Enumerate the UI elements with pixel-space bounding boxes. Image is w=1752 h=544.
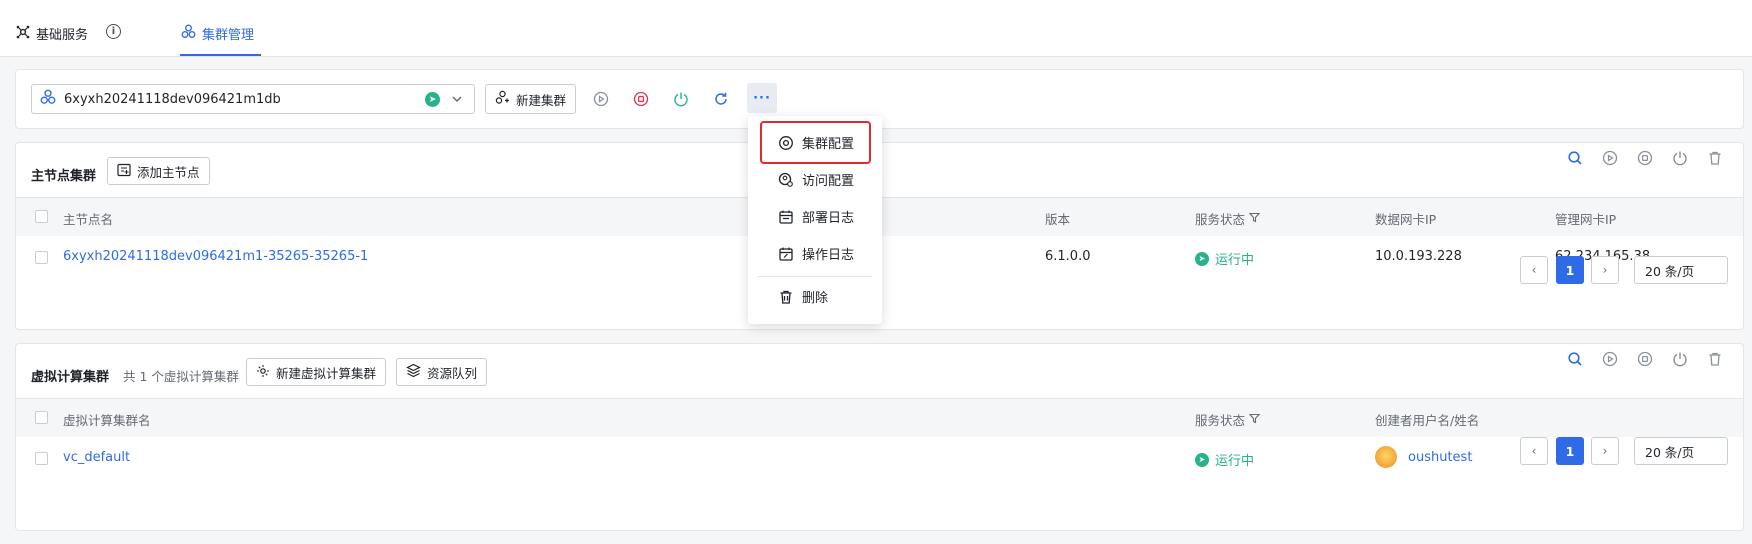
new-cluster-button[interactable]: 新建集群 bbox=[485, 84, 577, 114]
active-tab-indicator bbox=[180, 54, 261, 56]
col-master-name: 主节点名 bbox=[63, 212, 114, 227]
tab-basic-service[interactable]: 基础服务 bbox=[16, 24, 88, 43]
master-section-title: 主节点集群 bbox=[31, 169, 97, 184]
status-badge: ➤ 运行中 bbox=[1195, 249, 1254, 268]
highlight-box bbox=[760, 121, 871, 164]
resource-queue-button[interactable]: 资源队列 bbox=[396, 358, 488, 386]
new-cluster-label: 新建集群 bbox=[516, 92, 567, 108]
status-badge: ➤ 运行中 bbox=[1195, 450, 1254, 469]
chevron-down-icon bbox=[450, 92, 464, 106]
service-icon bbox=[16, 25, 30, 43]
data-ip-value: 10.0.193.228 bbox=[1375, 249, 1462, 264]
menu-item-access-config[interactable]: 访问配置 bbox=[778, 170, 854, 189]
power-icon[interactable] bbox=[1670, 148, 1690, 168]
version-value: 6.1.0.0 bbox=[1045, 249, 1091, 264]
running-status-icon: ➤ bbox=[1195, 452, 1209, 467]
running-status-icon: ➤ bbox=[1195, 251, 1209, 266]
search-icon[interactable] bbox=[1565, 148, 1585, 168]
vc-section-title: 虚拟计算集群 bbox=[31, 370, 110, 385]
calendar-edit-icon bbox=[778, 246, 794, 262]
start-icon[interactable] bbox=[1600, 148, 1620, 168]
start-icon[interactable] bbox=[1600, 349, 1620, 369]
next-page-button[interactable]: › bbox=[1591, 256, 1619, 284]
info-icon[interactable]: i bbox=[106, 24, 121, 39]
trash-icon bbox=[778, 289, 794, 305]
vc-action-icons bbox=[1565, 349, 1725, 369]
refresh-icon[interactable] bbox=[711, 89, 731, 109]
trash-icon[interactable] bbox=[1705, 349, 1725, 369]
master-node-name-link[interactable]: 6xyxh20241118dev096421m1-35265-35265-1 bbox=[63, 249, 368, 264]
vc-cluster-card: 虚拟计算集群 共 1 个虚拟计算集群 新建虚拟计算集群 资源队列 虚拟计算集群名… bbox=[15, 343, 1744, 531]
start-icon[interactable] bbox=[591, 89, 611, 109]
page-size-select[interactable]: 20 条/页 bbox=[1634, 256, 1728, 284]
menu-item-delete[interactable]: 删除 bbox=[778, 287, 828, 306]
stop-icon[interactable] bbox=[1635, 148, 1655, 168]
trash-icon[interactable] bbox=[1705, 148, 1725, 168]
stop-icon[interactable] bbox=[1635, 349, 1655, 369]
cluster-select[interactable]: 6xyxh20241118dev096421m1db ➤ bbox=[31, 84, 475, 114]
power-icon[interactable] bbox=[671, 89, 691, 109]
cluster-icon bbox=[40, 89, 56, 109]
resource-queue-label: 资源队列 bbox=[427, 365, 478, 381]
col-service-status-label: 服务状态 bbox=[1195, 413, 1246, 428]
status-text: 运行中 bbox=[1215, 253, 1255, 268]
calendar-icon bbox=[778, 209, 794, 225]
col-creator: 创建者用户名/姓名 bbox=[1375, 413, 1480, 428]
menu-item-label: 访问配置 bbox=[802, 174, 855, 189]
cluster-icon bbox=[181, 24, 196, 43]
menu-item-label: 操作日志 bbox=[802, 248, 855, 263]
col-service-status-label: 服务状态 bbox=[1195, 212, 1246, 227]
next-page-button[interactable]: › bbox=[1591, 437, 1619, 465]
menu-item-label: 删除 bbox=[802, 291, 829, 306]
status-text: 运行中 bbox=[1215, 454, 1255, 469]
new-vc-button[interactable]: 新建虚拟计算集群 bbox=[246, 358, 387, 386]
menu-item-label: 部署日志 bbox=[802, 211, 855, 226]
current-page[interactable]: 1 bbox=[1556, 437, 1584, 465]
table-row: vc_default ➤ 运行中 oushutest bbox=[16, 437, 1743, 477]
menu-item-deploy-log[interactable]: 部署日志 bbox=[778, 207, 854, 226]
select-all-checkbox[interactable] bbox=[35, 210, 48, 223]
prev-page-button[interactable]: ‹ bbox=[1520, 437, 1548, 465]
current-page[interactable]: 1 bbox=[1556, 256, 1584, 284]
more-actions-button[interactable]: ··· bbox=[747, 83, 777, 113]
col-vc-name: 虚拟计算集群名 bbox=[63, 413, 151, 428]
filter-icon[interactable] bbox=[1248, 211, 1261, 226]
add-master-label: 添加主节点 bbox=[137, 164, 200, 180]
row-checkbox[interactable] bbox=[35, 452, 48, 465]
tab-cluster-manage-label: 集群管理 bbox=[202, 28, 255, 43]
menu-divider bbox=[758, 276, 872, 277]
add-master-button[interactable]: 添加主节点 bbox=[107, 157, 210, 185]
new-cluster-icon bbox=[495, 90, 510, 108]
layers-icon bbox=[406, 363, 421, 381]
power-icon[interactable] bbox=[1670, 349, 1690, 369]
menu-item-operation-log[interactable]: 操作日志 bbox=[778, 244, 854, 263]
new-vc-icon bbox=[256, 364, 270, 381]
col-service-status: 服务状态 bbox=[1195, 410, 1261, 429]
running-status-icon: ➤ bbox=[425, 92, 440, 107]
col-service-status: 服务状态 bbox=[1195, 209, 1261, 228]
vc-name-link[interactable]: vc_default bbox=[63, 450, 130, 465]
row-checkbox[interactable] bbox=[35, 251, 48, 264]
search-icon[interactable] bbox=[1565, 349, 1585, 369]
tab-cluster-manage[interactable]: 集群管理 bbox=[181, 24, 254, 43]
master-action-icons bbox=[1565, 148, 1725, 168]
select-all-checkbox[interactable] bbox=[35, 411, 48, 424]
col-version: 版本 bbox=[1045, 212, 1071, 227]
add-node-icon bbox=[117, 163, 131, 180]
prev-page-button[interactable]: ‹ bbox=[1520, 256, 1548, 284]
access-config-icon bbox=[778, 172, 794, 188]
tab-basic-service-label: 基础服务 bbox=[36, 28, 89, 43]
stop-icon[interactable] bbox=[631, 89, 651, 109]
vc-table-header: 虚拟计算集群名 服务状态 创建者用户名/姓名 bbox=[16, 398, 1743, 437]
col-mgmt-ip: 管理网卡IP bbox=[1555, 212, 1617, 227]
page-size-select[interactable]: 20 条/页 bbox=[1634, 437, 1728, 465]
avatar bbox=[1375, 446, 1397, 468]
new-vc-label: 新建虚拟计算集群 bbox=[276, 365, 377, 381]
creator-link[interactable]: oushutest bbox=[1408, 450, 1472, 465]
cluster-select-value: 6xyxh20241118dev096421m1db bbox=[64, 91, 281, 107]
vc-count-text: 共 1 个虚拟计算集群 bbox=[123, 369, 239, 384]
top-tabs-bar bbox=[0, 0, 1752, 57]
filter-icon[interactable] bbox=[1248, 412, 1261, 427]
col-data-ip: 数据网卡IP bbox=[1375, 212, 1437, 227]
